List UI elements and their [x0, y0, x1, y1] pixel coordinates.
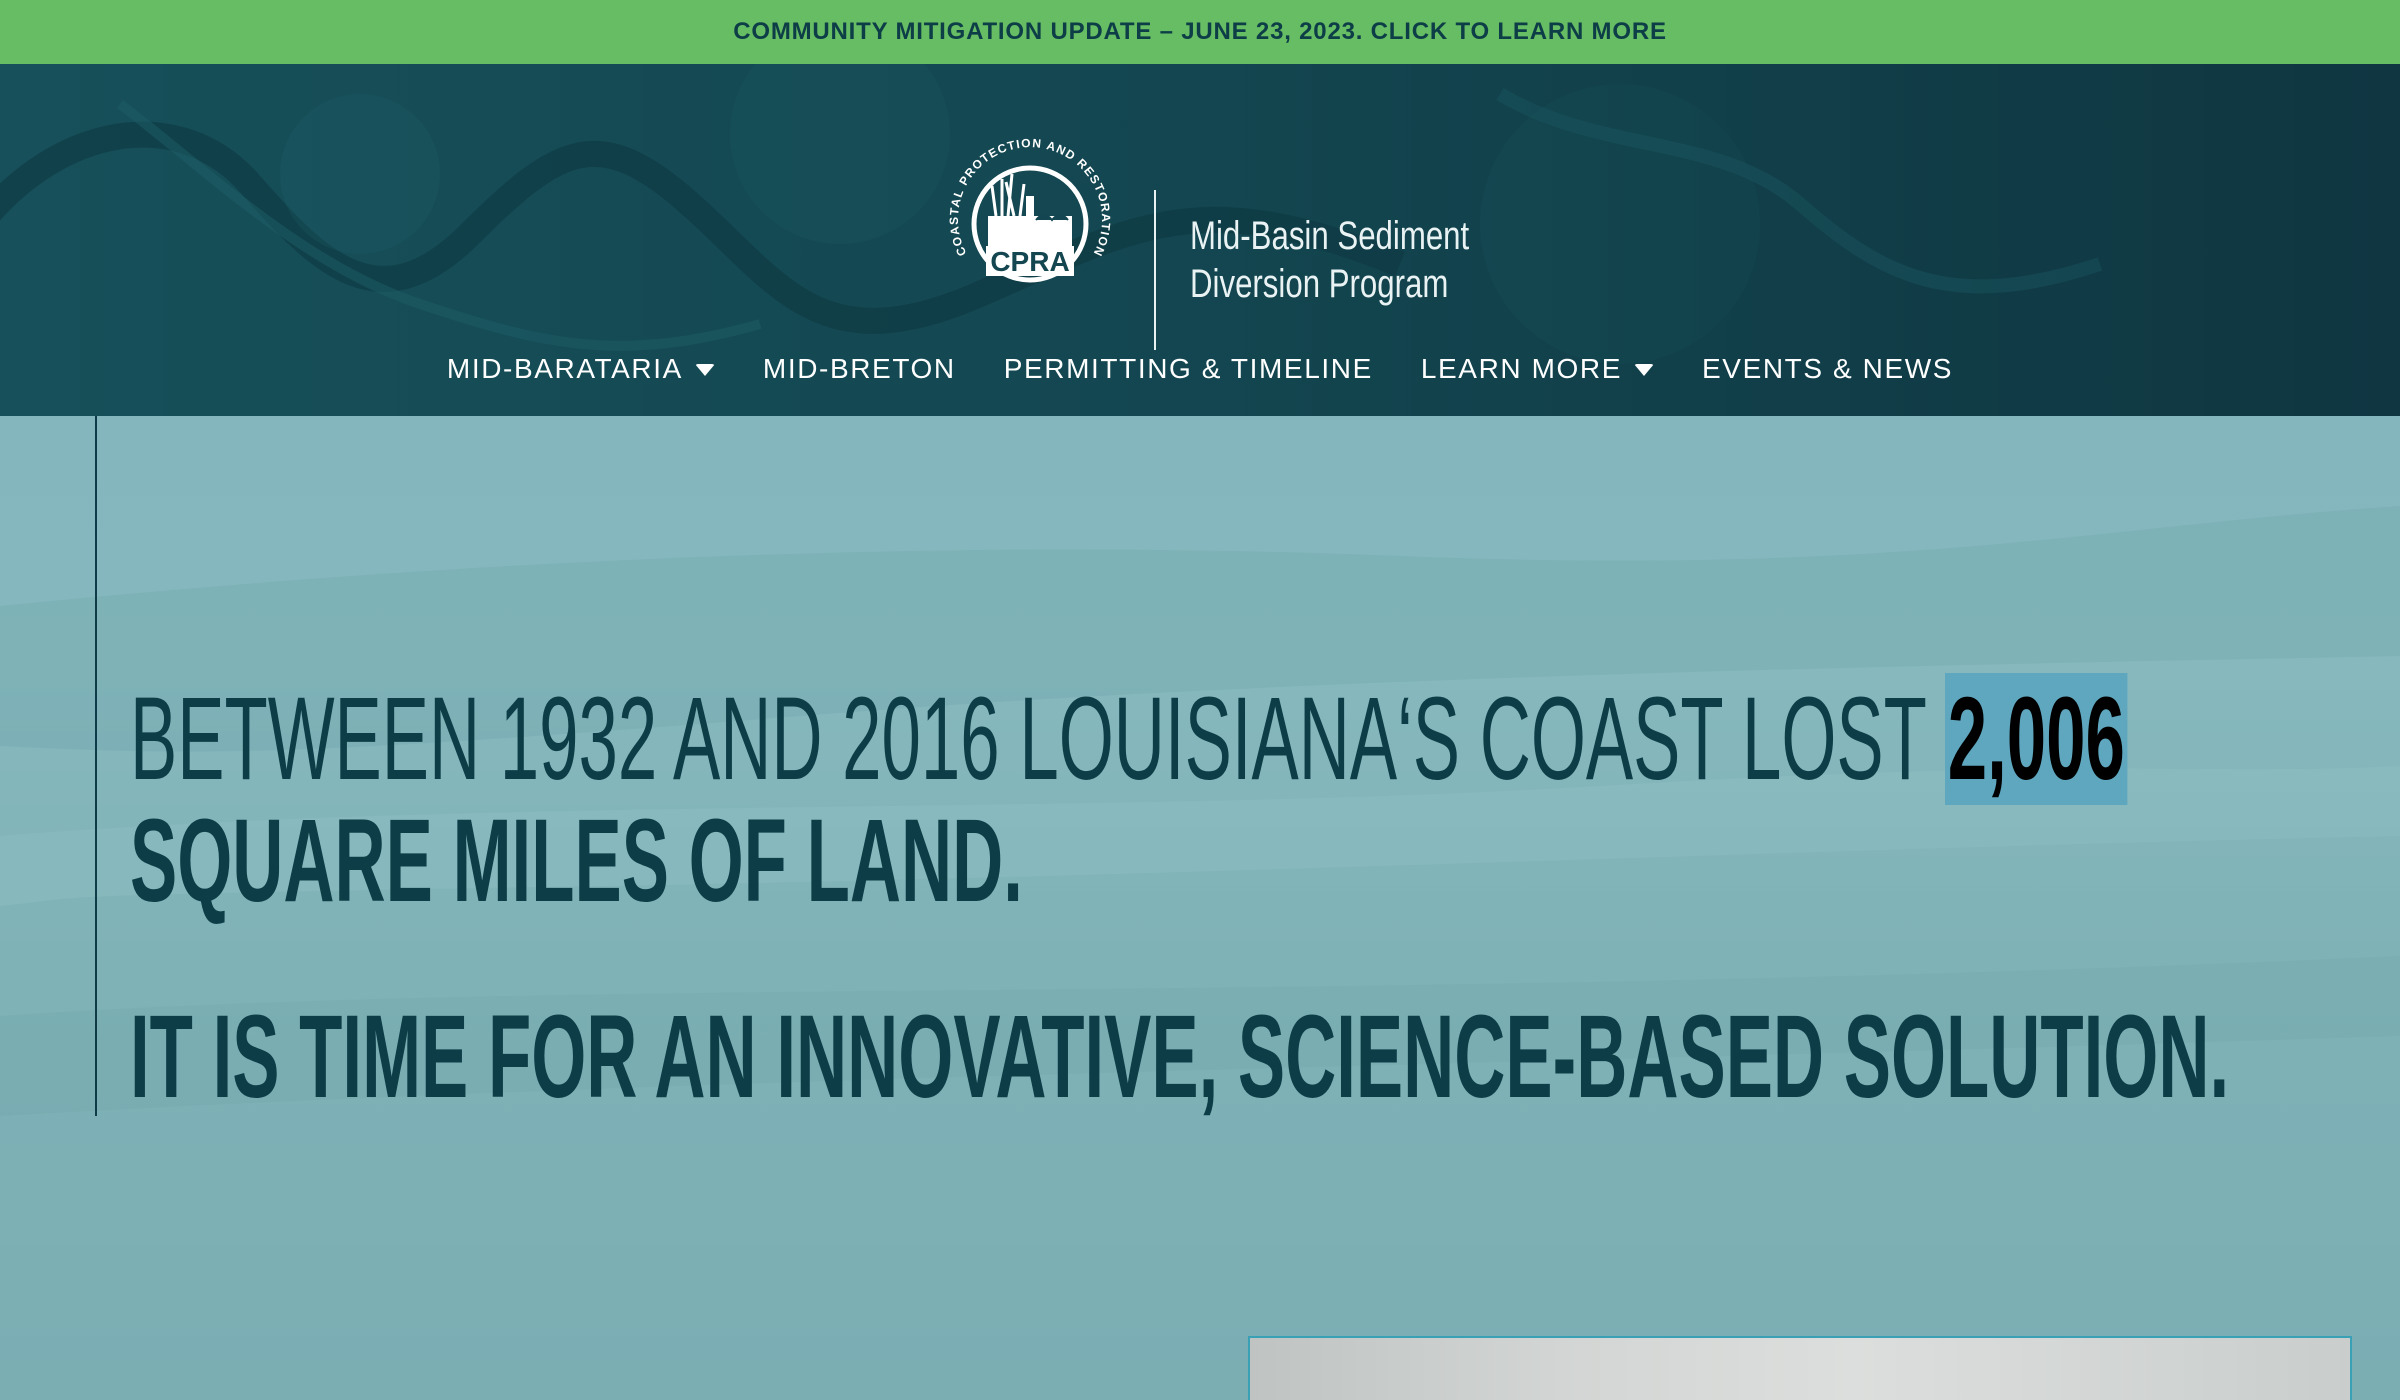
nav-item-learn-more[interactable]: LEARN MORE	[1420, 353, 1655, 385]
hero-section: BETWEEN 1932 AND 2016 LOUISIANA‘S COAST …	[0, 416, 2400, 1400]
announcement-text: COMMUNITY MITIGATION UPDATE – JUNE 23, 2…	[733, 18, 1667, 45]
main-navigation: MID-BARATARIA MID-BRETON PERMITTING & TI…	[0, 334, 2400, 404]
hero-media-card[interactable]	[1248, 1336, 2352, 1400]
headline-highlight-number: 2,006	[1945, 673, 2128, 805]
nav-item-permitting-timeline[interactable]: PERMITTING & TIMELINE	[1004, 353, 1373, 385]
nav-item-label: LEARN MORE	[1420, 353, 1623, 384]
site-header: COASTAL PROTECTION AND RESTORATION AUTHO…	[0, 64, 2400, 416]
logo-divider	[1154, 190, 1156, 350]
hero-vertical-rule	[95, 416, 97, 1116]
headline-light-text: BETWEEN 1932 AND 2016 LOUISIANA‘S COAST …	[130, 673, 1946, 805]
home-logo-link[interactable]: COASTAL PROTECTION AND RESTORATION AUTHO…	[940, 124, 1469, 350]
hero-headline: BETWEEN 1932 AND 2016 LOUISIANA‘S COAST …	[130, 673, 2330, 927]
nav-item-label: MID-BRETON	[762, 353, 956, 384]
program-name-line-2: Diversion Program	[1190, 262, 1449, 306]
headline-bold-text: SQUARE MILES OF LAND.	[130, 795, 1023, 927]
nav-item-label: EVENTS & NEWS	[1702, 353, 1954, 384]
announcement-banner[interactable]: COMMUNITY MITIGATION UPDATE – JUNE 23, 2…	[0, 0, 2400, 64]
caret-down-icon	[1634, 364, 1655, 376]
caret-down-icon	[694, 364, 715, 376]
nav-item-mid-barataria[interactable]: MID-BARATARIA	[447, 353, 715, 385]
hero-tagline: IT IS TIME FOR AN INNOVATIVE, SCIENCE-BA…	[130, 991, 2230, 1123]
svg-text:CPRA: CPRA	[990, 246, 1069, 277]
program-name: Mid-Basin Sediment Diversion Program	[1190, 212, 1469, 308]
program-name-line-1: Mid-Basin Sediment	[1190, 214, 1470, 258]
nav-item-mid-breton[interactable]: MID-BRETON	[763, 353, 956, 385]
cpra-seal-icon: COASTAL PROTECTION AND RESTORATION AUTHO…	[940, 124, 1112, 283]
nav-item-events-news[interactable]: EVENTS & NEWS	[1702, 353, 1953, 385]
nav-item-label: PERMITTING & TIMELINE	[1003, 353, 1373, 384]
nav-item-label: MID-BARATARIA	[446, 353, 683, 384]
headline-line-1: BETWEEN 1932 AND 2016 LOUISIANA‘S COAST …	[130, 673, 2128, 805]
